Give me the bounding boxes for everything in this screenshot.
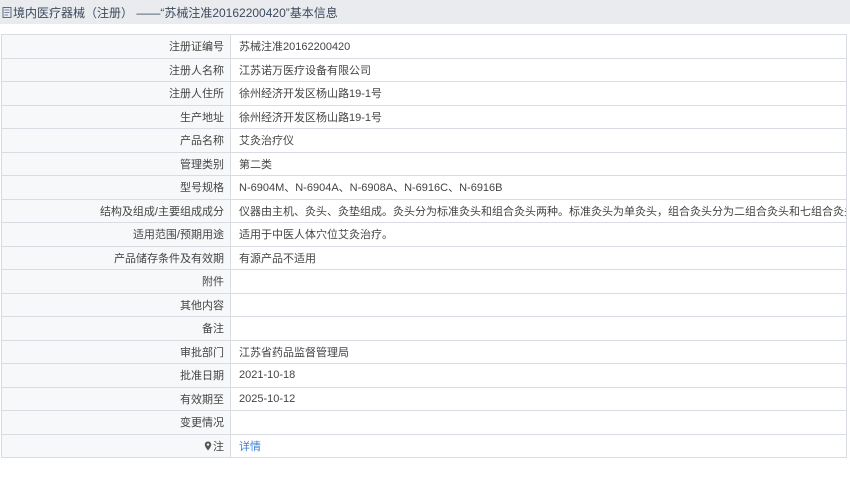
table-row: 附件 [1,269,847,294]
table-row: 备注 [1,316,847,341]
row-value [230,316,847,341]
row-label: 备注 [1,316,231,341]
table-row: 产品名称 艾灸治疗仪 [1,128,847,153]
table-row: 变更情况 [1,410,847,435]
table-row: 结构及组成/主要组成成分 仪器由主机、灸头、灸垫组成。灸头分为标准灸头和组合灸头… [1,198,847,223]
row-label: 变更情况 [1,410,231,435]
row-value: 仪器由主机、灸头、灸垫组成。灸头分为标准灸头和组合灸头两种。标准灸头为单灸头，组… [230,198,847,223]
row-label: 型号规格 [1,175,231,200]
table-row: 适用范围/预期用途 适用于中医人体穴位艾灸治疗。 [1,222,847,247]
row-label: 管理类别 [1,151,231,176]
document-icon [2,6,12,18]
note-label: 注 [213,440,224,453]
row-label: 有效期至 [1,386,231,411]
row-value [230,269,847,294]
row-value: N-6904M、N-6904A、N-6908A、N-6916C、N-6916B [230,175,847,200]
row-label: 其他内容 [1,292,231,317]
note-label-cell: 注 [1,433,231,458]
table-row: 生产地址 徐州经济开发区杨山路19-1号 [1,104,847,129]
note-row: 注 详情 [1,433,847,458]
row-value: 有源产品不适用 [230,245,847,270]
row-label: 审批部门 [1,339,231,364]
row-label: 注册人名称 [1,57,231,82]
table-row: 产品储存条件及有效期 有源产品不适用 [1,245,847,270]
row-value: 2021-10-18 [230,363,847,388]
row-label: 注册证编号 [1,34,231,59]
row-value: 苏械注准20162200420 [230,34,847,59]
row-value: 江苏省药品监督管理局 [230,339,847,364]
table-row: 型号规格 N-6904M、N-6904A、N-6908A、N-6916C、N-6… [1,175,847,200]
row-value: 第二类 [230,151,847,176]
table-row: 其他内容 [1,292,847,317]
row-label: 注册人住所 [1,81,231,106]
row-label: 批准日期 [1,363,231,388]
table-row: 有效期至 2025-10-12 [1,386,847,411]
row-label: 结构及组成/主要组成成分 [1,198,231,223]
page-title: 境内医疗器械（注册） ——“苏械注准20162200420”基本信息 [13,5,338,20]
table-row: 批准日期 2021-10-18 [1,363,847,388]
row-value [230,410,847,435]
row-label: 产品储存条件及有效期 [1,245,231,270]
table-row: 注册人名称 江苏诺万医疗设备有限公司 [1,57,847,82]
row-label: 生产地址 [1,104,231,129]
row-value: 江苏诺万医疗设备有限公司 [230,57,847,82]
row-value: 徐州经济开发区杨山路19-1号 [230,81,847,106]
map-pin-icon [204,441,212,451]
info-table: 注册证编号 苏械注准20162200420 注册人名称 江苏诺万医疗设备有限公司… [1,34,847,458]
table-row: 审批部门 江苏省药品监督管理局 [1,339,847,364]
row-label: 附件 [1,269,231,294]
table-row: 管理类别 第二类 [1,151,847,176]
table-row: 注册证编号 苏械注准20162200420 [1,34,847,59]
row-label: 适用范围/预期用途 [1,222,231,247]
row-value: 适用于中医人体穴位艾灸治疗。 [230,222,847,247]
note-value-cell: 详情 [230,433,847,458]
row-value: 2025-10-12 [230,386,847,411]
row-value: 徐州经济开发区杨山路19-1号 [230,104,847,129]
row-label: 产品名称 [1,128,231,153]
table-row: 注册人住所 徐州经济开发区杨山路19-1号 [1,81,847,106]
page-header: 境内医疗器械（注册） ——“苏械注准20162200420”基本信息 [0,0,850,24]
row-value [230,292,847,317]
details-link[interactable]: 详情 [239,441,261,453]
row-value: 艾灸治疗仪 [230,128,847,153]
